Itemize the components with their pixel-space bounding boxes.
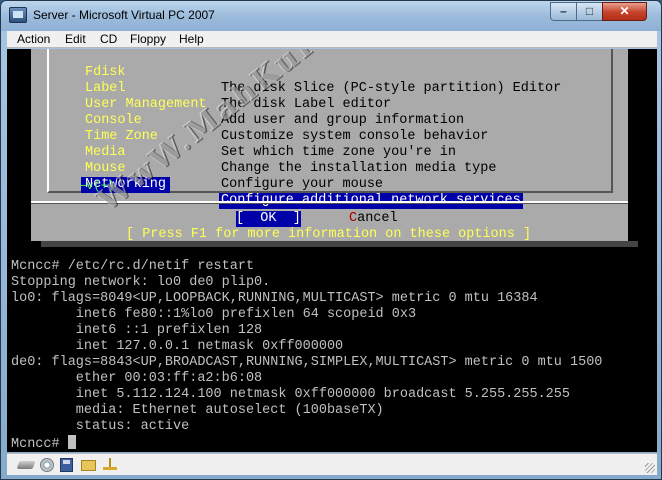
console-line: status: active bbox=[11, 419, 190, 434]
window-title: Server - Microsoft Virtual PC 2007 bbox=[33, 8, 215, 22]
menu-edit[interactable]: Edit bbox=[65, 32, 86, 46]
more-indicator: ─v(+) bbox=[79, 179, 116, 193]
menu-item-time-zone[interactable]: Time Zone Set which time zone you're in bbox=[49, 113, 456, 160]
floppy-icon[interactable] bbox=[60, 458, 73, 472]
text-cursor bbox=[67, 435, 76, 449]
options-menu: Fdisk The disk Slice (PC-style partition… bbox=[47, 49, 613, 209]
console-line: media: Ethernet autoselect (100baseTX) bbox=[11, 403, 384, 418]
menu-cd[interactable]: CD bbox=[100, 32, 117, 46]
hard-disk-icon[interactable] bbox=[16, 461, 36, 469]
console-prompt-line[interactable]: Mcncc# bbox=[11, 435, 651, 452]
console-output: Mcncc# /etc/rc.d/netif restart Stopping … bbox=[11, 259, 651, 452]
cancel-label: ancel bbox=[357, 211, 398, 226]
shared-folder-icon[interactable] bbox=[81, 460, 96, 471]
menu-bar: Action Edit CD Floppy Help bbox=[7, 31, 657, 48]
sysinstall-dialog: Fdisk The disk Slice (PC-style partition… bbox=[31, 49, 628, 242]
menu-item-desc: Configure your mouse bbox=[221, 177, 384, 192]
dialog-divider-shadow bbox=[31, 203, 628, 204]
menu-item-desc: Change the installation media type bbox=[221, 161, 497, 176]
menu-item-media[interactable]: Media Change the installation media type bbox=[49, 129, 496, 176]
cancel-hotkey: C bbox=[349, 211, 358, 226]
title-bar[interactable]: Server - Microsoft Virtual PC 2007 – □ ✕ bbox=[1, 1, 661, 31]
console-line: inet6 ::1 prefixlen 128 bbox=[11, 323, 263, 338]
menu-item-label[interactable]: Label The disk Label editor bbox=[49, 65, 391, 112]
menu-item-desc: The disk Slice (PC-style partition) Edit… bbox=[221, 81, 562, 96]
menu-item-console[interactable]: Console Customize system console behavio… bbox=[49, 97, 488, 144]
menu-item-desc: Set which time zone you're in bbox=[221, 145, 456, 160]
console-prompt: Mcncc# bbox=[11, 437, 68, 452]
console-line: ether 00:03:ff:a2:b6:08 bbox=[11, 371, 263, 386]
console-line: Stopping network: lo0 de0 plip0. bbox=[11, 275, 271, 290]
menu-item-fdisk[interactable]: Fdisk The disk Slice (PC-style partition… bbox=[49, 49, 561, 96]
menu-floppy[interactable]: Floppy bbox=[130, 32, 166, 46]
console-line: inet6 fe80::1%lo0 prefixlen 64 scopeid 0… bbox=[11, 307, 417, 322]
menu-help[interactable]: Help bbox=[179, 32, 204, 46]
virtual-pc-icon bbox=[9, 7, 27, 23]
console-line: inet 127.0.0.1 netmask 0xff000000 bbox=[11, 339, 344, 354]
menu-item-mouse[interactable]: Mouse Configure your mouse bbox=[49, 145, 383, 192]
menu-item-networking[interactable]: Networking Configure additional network … bbox=[49, 161, 523, 209]
menu-item-desc: Customize system console behavior bbox=[221, 129, 489, 144]
console-line: lo0: flags=8049<UP,LOOPBACK,RUNNING,MULT… bbox=[11, 291, 538, 306]
menu-item-user-management[interactable]: User Management Add user and group infor… bbox=[49, 81, 464, 128]
maximize-button[interactable]: □ bbox=[576, 2, 603, 21]
status-bar bbox=[7, 453, 657, 475]
close-button[interactable]: ✕ bbox=[602, 2, 647, 21]
console-line: de0: flags=8843<UP,BROADCAST,RUNNING,SIM… bbox=[11, 355, 603, 370]
console-line: Mcncc# /etc/rc.d/netif restart bbox=[11, 259, 255, 274]
cd-icon[interactable] bbox=[40, 458, 54, 472]
resize-grip[interactable] bbox=[645, 463, 655, 473]
menu-action[interactable]: Action bbox=[17, 32, 50, 46]
minimize-button[interactable]: – bbox=[550, 2, 577, 21]
menu-item-desc: Add user and group information bbox=[221, 113, 465, 128]
network-icon[interactable] bbox=[103, 458, 117, 470]
vm-console-screen[interactable]: Fdisk The disk Slice (PC-style partition… bbox=[7, 49, 657, 452]
vpc-window: Server - Microsoft Virtual PC 2007 – □ ✕… bbox=[0, 0, 662, 480]
cancel-button[interactable]: Cancel bbox=[349, 211, 398, 227]
ok-button[interactable]: [ OK ] bbox=[236, 211, 301, 227]
help-hint: [ Press F1 for more information on these… bbox=[126, 227, 532, 242]
menu-item-desc: The disk Label editor bbox=[221, 97, 392, 112]
console-line: inet 5.112.124.100 netmask 0xff000000 br… bbox=[11, 387, 570, 402]
